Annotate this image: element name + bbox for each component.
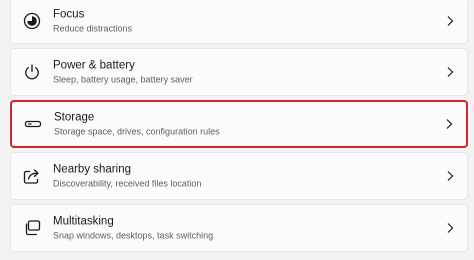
settings-item-title: Power & battery	[53, 59, 135, 72]
chevron-right-icon	[445, 66, 455, 78]
settings-item-subtitle: Discoverability, received files location	[53, 178, 202, 189]
focus-icon	[23, 12, 41, 30]
settings-item-power-battery[interactable]: Power & battery Sleep, battery usage, ba…	[10, 48, 468, 96]
settings-item-subtitle: Reduce distractions	[53, 23, 133, 34]
multitasking-icon	[23, 219, 41, 237]
settings-item-subtitle: Sleep, battery usage, battery saver	[53, 74, 193, 85]
settings-item-subtitle: Storage space, drives, configuration rul…	[54, 126, 220, 137]
settings-item-subtitle: Snap windows, desktops, task switching	[53, 230, 214, 241]
settings-item-storage[interactable]: Storage Storage space, drives, configura…	[10, 100, 468, 148]
settings-item-title: Nearby sharing	[53, 163, 131, 176]
storage-icon	[24, 115, 42, 133]
chevron-right-icon	[445, 15, 455, 27]
settings-item-focus[interactable]: Focus Reduce distractions	[10, 0, 468, 44]
chevron-right-icon	[445, 222, 455, 234]
settings-item-title: Multitasking	[53, 215, 114, 228]
chevron-right-icon	[445, 170, 455, 182]
power-icon	[23, 63, 41, 81]
settings-item-title: Focus	[53, 8, 85, 21]
settings-item-multitasking[interactable]: Multitasking Snap windows, desktops, tas…	[10, 204, 468, 252]
settings-item-title: Storage	[54, 111, 95, 124]
settings-list: Focus Reduce distractions Power & batter…	[10, 0, 468, 256]
settings-item-nearby-sharing[interactable]: Nearby sharing Discoverability, received…	[10, 152, 468, 200]
share-icon	[23, 167, 41, 185]
chevron-right-icon	[444, 118, 454, 130]
